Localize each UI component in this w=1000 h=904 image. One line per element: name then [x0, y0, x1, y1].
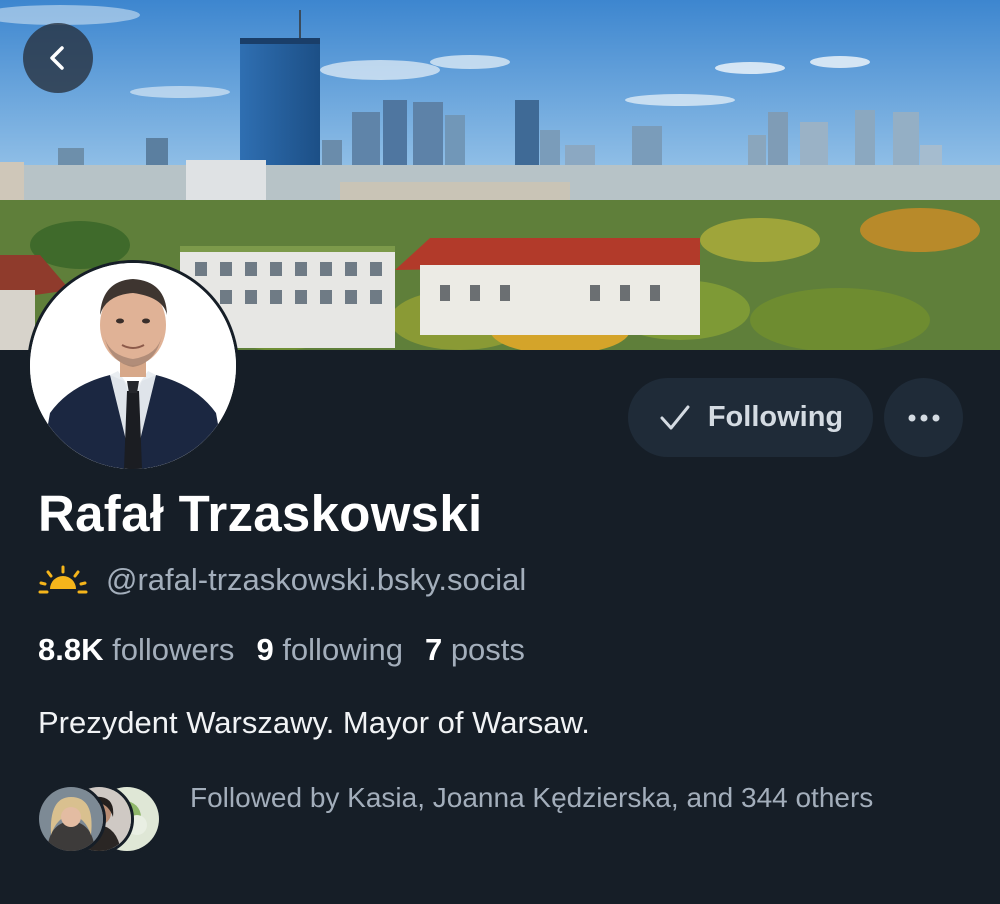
- following-stat[interactable]: 9 following: [256, 632, 403, 667]
- following-label: following: [282, 632, 403, 667]
- following-button[interactable]: Following: [628, 378, 873, 457]
- back-button[interactable]: [23, 23, 93, 93]
- sun-rising-icon: [38, 565, 88, 594]
- posts-label: posts: [450, 632, 525, 667]
- followers-stat[interactable]: 8.8K followers: [38, 632, 234, 667]
- display-name: Rafał Trzaskowski: [38, 485, 483, 542]
- posts-stat: 7 posts: [425, 632, 525, 667]
- avatar-image: [30, 263, 236, 469]
- profile-handle[interactable]: @rafal-trzaskowski.bsky.social: [106, 562, 526, 598]
- more-options-button[interactable]: [884, 378, 963, 457]
- posts-count: 7: [424, 632, 443, 667]
- handle-row: @rafal-trzaskowski.bsky.social: [38, 562, 526, 598]
- profile-stats: 8.8K followers 9 following 7 posts: [38, 632, 525, 668]
- profile-avatar[interactable]: [27, 260, 239, 472]
- chevron-left-icon: [50, 46, 64, 70]
- followers-count: 8.8K: [38, 632, 104, 667]
- ellipsis-icon: [908, 414, 939, 421]
- follower-avatar: [36, 784, 106, 854]
- followers-label: followers: [112, 632, 235, 667]
- followed-by-text: Followed by Kasia, Joanna Kędzierska, an…: [190, 782, 874, 813]
- profile-bio: Prezydent Warszawy. Mayor of Warsaw.: [38, 705, 590, 740]
- known-followers-avatars: [36, 784, 166, 854]
- checkmark-icon: [660, 405, 690, 429]
- following-count: 9: [256, 632, 274, 667]
- following-button-label: Following: [707, 401, 844, 433]
